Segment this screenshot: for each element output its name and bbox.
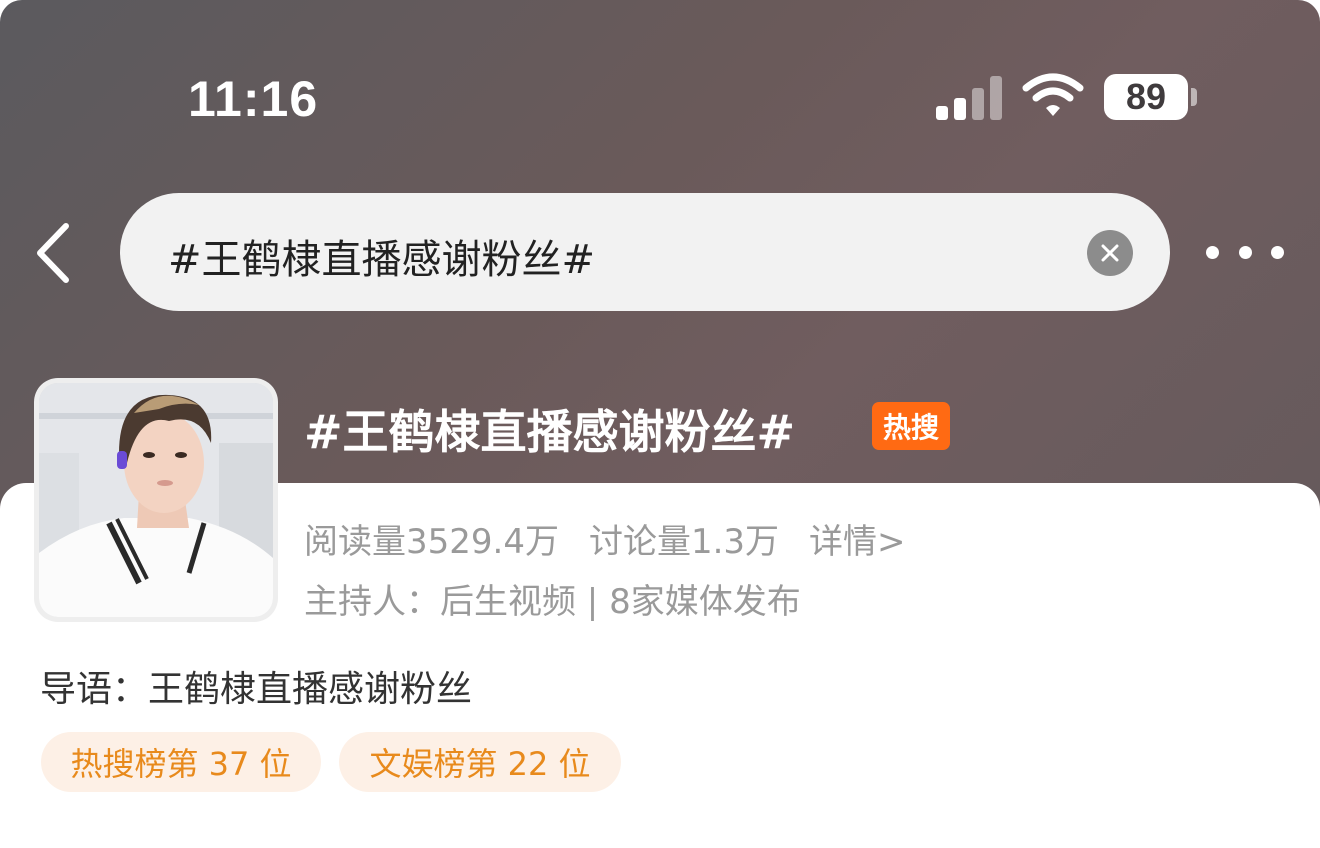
topic-intro: 导语：王鹤棣直播感谢粉丝 <box>40 669 473 710</box>
search-input[interactable]: #王鹤棣直播感谢粉丝# <box>120 193 1170 311</box>
topic-title: #王鹤棣直播感谢粉丝# <box>304 405 796 459</box>
entertainment-rank-tag[interactable]: 文娱榜第 22 位 <box>339 732 621 792</box>
close-icon <box>1101 244 1119 262</box>
wifi-icon <box>1022 73 1084 116</box>
battery-level-text: 89 <box>1125 76 1167 117</box>
more-dot-icon <box>1238 245 1252 259</box>
battery-tip <box>1191 88 1197 106</box>
cellular-signal-icon <box>936 74 1006 120</box>
battery-indicator: 89 <box>1104 74 1188 120</box>
search-query-text[interactable]: #王鹤棣直播感谢粉丝# <box>168 227 595 285</box>
topic-stats: 阅读量3529.4万 讨论量1.3万 详情> <box>304 514 906 563</box>
more-options-button[interactable] <box>1206 238 1284 266</box>
topic-cover-image[interactable] <box>34 378 278 622</box>
status-time: 11:16 <box>188 71 319 127</box>
more-dot-icon <box>1271 245 1284 259</box>
hot-search-badge: 热搜 <box>872 402 950 450</box>
more-dot-icon <box>1206 245 1219 259</box>
read-count: 阅读量3529.4万 <box>304 522 559 562</box>
hot-search-rank-tag[interactable]: 热搜榜第 37 位 <box>41 732 321 792</box>
host-info[interactable]: 主持人：后生视频 | 8家媒体发布 <box>304 574 801 623</box>
clear-search-button[interactable] <box>1087 230 1133 276</box>
details-link[interactable]: 详情> <box>809 522 906 562</box>
discussion-count: 讨论量1.3万 <box>588 522 780 562</box>
back-icon[interactable] <box>30 218 80 288</box>
portrait-illustration <box>39 383 273 617</box>
